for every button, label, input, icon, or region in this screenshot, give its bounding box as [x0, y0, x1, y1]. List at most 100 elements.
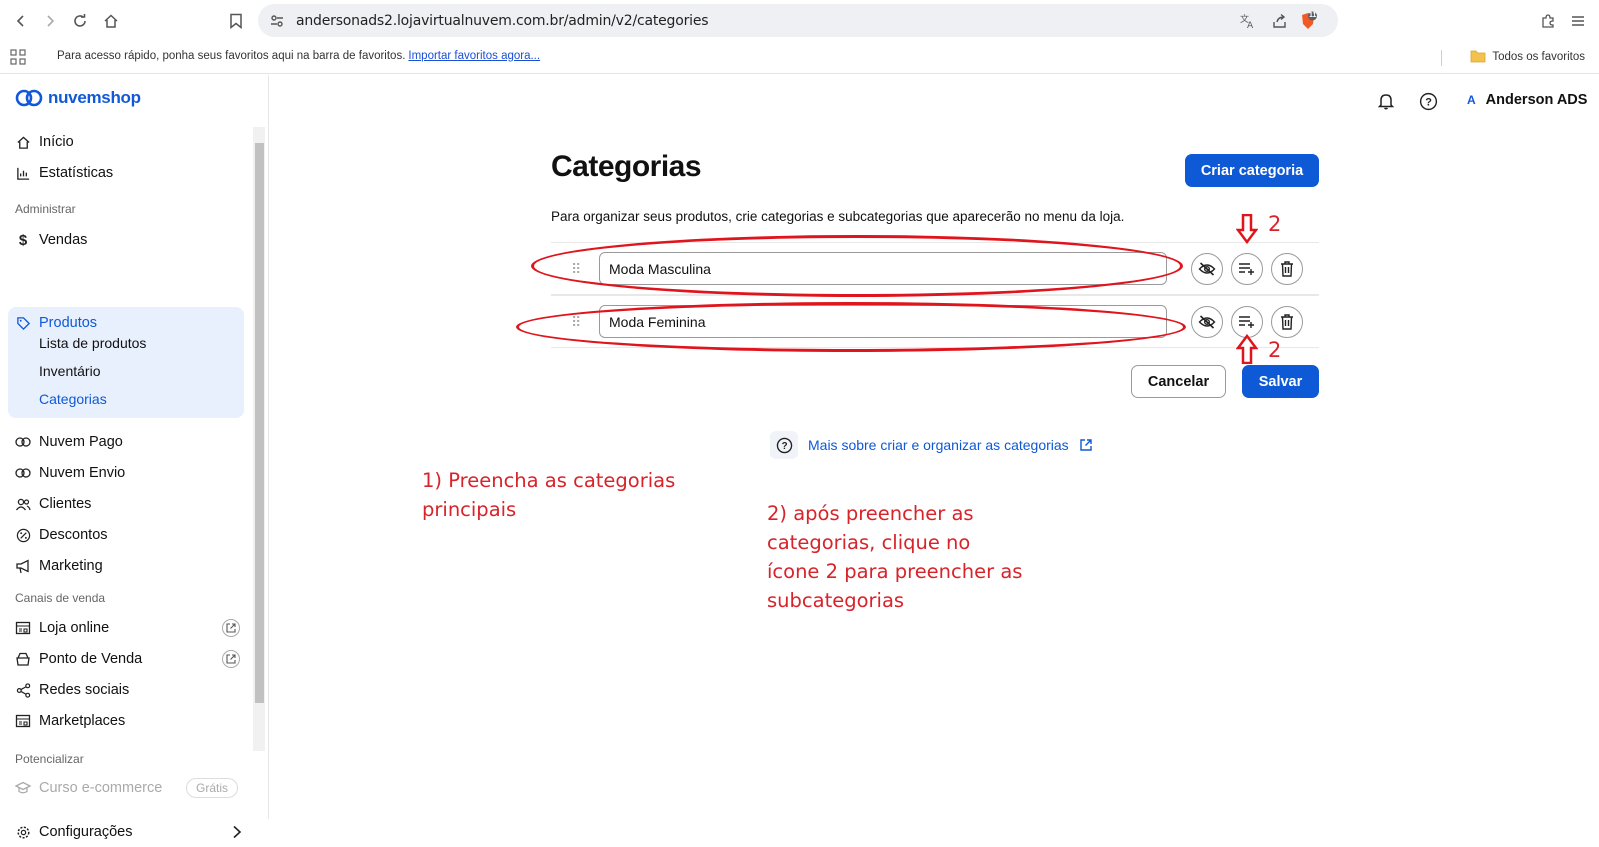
back-icon[interactable] [9, 9, 33, 33]
reload-icon[interactable] [68, 9, 92, 33]
import-bookmarks-link[interactable]: Importar favoritos agora... [408, 50, 540, 62]
pos-icon [15, 651, 31, 667]
home-icon[interactable] [99, 9, 123, 33]
percent-icon [15, 527, 31, 543]
user-menu[interactable]: A Anderson ADS [1467, 92, 1587, 108]
sidebar-item-label: Nuvem Envio [39, 465, 126, 481]
sidebar-subitem-lista-produtos[interactable]: Lista de produtos [39, 335, 146, 351]
folder-icon [1470, 50, 1486, 63]
brave-shield-icon[interactable]: 11 [1298, 11, 1318, 31]
sidebar-item-nuvem-envio[interactable]: Nuvem Envio [8, 458, 244, 488]
sidebar-item-label: Nuvem Pago [39, 434, 123, 450]
highlight-ellipse [531, 235, 1183, 297]
sidebar-item-vendas[interactable]: $ Vendas [8, 225, 244, 255]
nuvemshop-logo[interactable]: nuvemshop [15, 88, 141, 108]
help-icon[interactable]: ? [1418, 91, 1438, 111]
help-circle-icon: ? [770, 431, 798, 459]
address-bar[interactable]: andersonads2.lojavirtualnuvem.com.br/adm… [258, 4, 1338, 37]
sidebar-item-marketplaces[interactable]: Marketplaces [8, 706, 244, 736]
trash-icon[interactable] [1271, 306, 1303, 338]
external-link-icon[interactable] [222, 650, 240, 668]
sidebar-item-label: Estatísticas [39, 165, 114, 181]
sidebar-item-marketing[interactable]: Marketing [8, 551, 244, 581]
bar-chart-icon [15, 165, 31, 181]
save-button[interactable]: Salvar [1242, 365, 1319, 398]
brand-name: nuvemshop [48, 88, 141, 107]
svg-text:?: ? [1425, 96, 1432, 108]
annotation-line: principais [422, 498, 517, 521]
forward-icon[interactable] [38, 9, 62, 33]
megaphone-icon [15, 558, 31, 574]
annotation-line: categorias, clique no [767, 531, 971, 554]
sidebar-item-redes-sociais[interactable]: Redes sociais [8, 675, 244, 705]
annotation-line: 1) Preencha as categorias [422, 469, 676, 492]
extensions-icon[interactable] [1536, 9, 1560, 33]
trash-icon[interactable] [1271, 253, 1303, 285]
sidebar-item-label: Clientes [39, 496, 92, 512]
all-bookmarks-button[interactable]: Todos os favoritos [1470, 50, 1585, 63]
sidebar-item-clientes[interactable]: Clientes [8, 489, 244, 519]
gear-icon [15, 824, 31, 840]
eye-off-icon[interactable] [1191, 253, 1223, 285]
red-arrow-up [1236, 334, 1258, 364]
external-link-icon[interactable] [1079, 438, 1093, 452]
sidebar: nuvemshop Início Estatísticas Administra… [0, 75, 269, 840]
sidebar-item-label: Curso e-commerce [39, 780, 163, 796]
sidebar-item-configuracoes[interactable]: Configurações [8, 817, 244, 847]
section-potencializar: Potencializar [15, 752, 84, 766]
sidebar-item-label: Redes sociais [39, 682, 130, 698]
share-icon[interactable] [1270, 11, 1290, 31]
translate-icon[interactable]: 文A [1238, 11, 1258, 31]
sidebar-item-ponto-de-venda[interactable]: Ponto de Venda [8, 644, 244, 674]
free-badge: Grátis [185, 778, 238, 798]
sidebar-item-label: Produtos [39, 315, 98, 331]
nuvem-pago-icon [15, 434, 31, 450]
sidebar-item-label: Marketing [39, 558, 103, 574]
eye-off-icon[interactable] [1191, 306, 1223, 338]
apps-grid-icon[interactable] [10, 49, 26, 65]
home-icon [15, 134, 31, 150]
share-nodes-icon [15, 682, 31, 698]
shield-count-badge: 11 [1309, 12, 1317, 19]
site-settings-icon[interactable] [267, 11, 287, 31]
highlight-ellipse [516, 302, 1186, 352]
sidebar-item-label: Ponto de Venda [39, 651, 143, 667]
bell-icon[interactable] [1376, 91, 1396, 111]
external-link-icon[interactable] [222, 619, 240, 637]
sidebar-subitem-categorias[interactable]: Categorias [39, 391, 107, 407]
annotation-line: 2) após preencher as [767, 502, 974, 525]
help-link[interactable]: Mais sobre criar e organizar as categori… [808, 437, 1069, 453]
bookmark-icon[interactable] [224, 9, 248, 33]
section-canais-de-venda: Canais de venda [15, 591, 106, 605]
sidebar-item-nuvem-pago[interactable]: Nuvem Pago [8, 427, 244, 457]
page-title: Categorias [551, 150, 702, 183]
cancel-button[interactable]: Cancelar [1131, 365, 1226, 398]
create-category-button[interactable]: Criar categoria [1185, 154, 1319, 187]
store-icon [15, 620, 31, 636]
browser-menu-icon[interactable] [1566, 9, 1590, 33]
sidebar-item-label: Marketplaces [39, 713, 126, 729]
sidebar-item-inicio[interactable]: Início [8, 127, 244, 157]
sidebar-item-loja-online[interactable]: Loja online [8, 613, 244, 643]
chevron-right-icon [232, 825, 242, 839]
bookmarks-bar: Para acesso rápido, ponha seus favoritos… [0, 42, 1599, 74]
dollar-icon: $ [18, 231, 28, 249]
sidebar-scroll-thumb[interactable] [255, 143, 264, 703]
sidebar-item-curso-ecommerce[interactable]: Curso e-commerce Grátis [8, 773, 244, 803]
nuvemshop-logo-icon [15, 89, 43, 107]
section-administrar: Administrar [15, 202, 76, 216]
annotation-line: subcategorias [767, 589, 905, 612]
bookmark-hint: Para acesso rápido, ponha seus favoritos… [57, 50, 406, 62]
sidebar-subitem-inventario[interactable]: Inventário [39, 363, 100, 379]
annotation-step-1: 1) Preencha as categorias principais [422, 466, 675, 524]
sidebar-item-label: Loja online [39, 620, 110, 636]
sidebar-item-label: Início [39, 134, 74, 150]
marketplace-icon [15, 713, 31, 729]
sidebar-item-produtos[interactable]: Produtos [8, 308, 244, 338]
sidebar-item-descontos[interactable]: Descontos [8, 520, 244, 550]
graduation-cap-icon [15, 780, 31, 796]
add-subcategory-icon[interactable] [1231, 253, 1263, 285]
svg-text:A: A [1247, 21, 1254, 30]
avatar: A [1467, 93, 1476, 107]
sidebar-item-estatisticas[interactable]: Estatísticas [8, 158, 244, 188]
